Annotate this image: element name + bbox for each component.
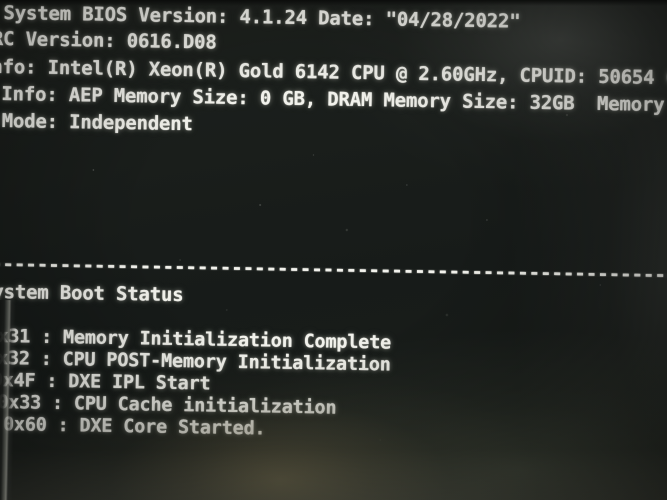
post-text-area: ey System BIOS Version: 4.1.24 Date: "04…: [0, 0, 667, 439]
boot-status-title: System Boot Status: [0, 280, 184, 307]
bios-post-screen-photo: ey System BIOS Version: 4.1.24 Date: "04…: [0, 0, 667, 500]
boot-status-row: 0x4F : DXE IPL Start: [0, 369, 211, 395]
boot-status-row: 0x60 : DXE Core Started.: [2, 414, 266, 440]
bios-version-line: ey System BIOS Version: 4.1.24 Date: "04…: [0, 1, 521, 33]
ras-mode-line: AS Mode: Independent: [1, 110, 193, 136]
rc-version-line: l RC Version: 0616.D08: [0, 27, 217, 54]
section-divider-rule: ----------------------------------------…: [0, 262, 667, 279]
